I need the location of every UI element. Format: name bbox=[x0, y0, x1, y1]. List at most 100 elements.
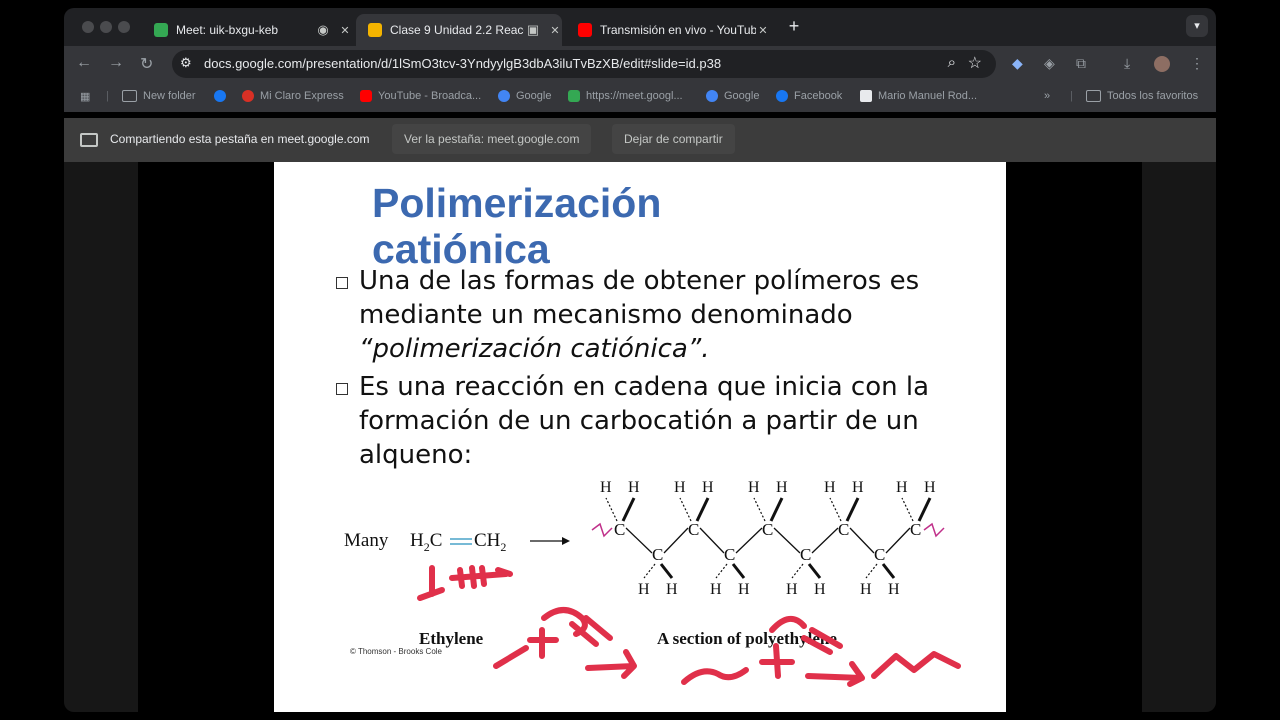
bookmark-new-folder[interactable]: New folder bbox=[122, 90, 196, 102]
bookmark-google-2[interactable]: Google bbox=[706, 90, 759, 102]
tab-strip: Meet: uik-bxgu-keb ◉ ✕ Clase 9 Unidad 2.… bbox=[64, 8, 1216, 46]
tab-search-chevron-icon[interactable]: ▾ bbox=[1186, 15, 1208, 37]
extension-shield-icon[interactable]: ◆ bbox=[1012, 55, 1023, 72]
handwritten-annotations bbox=[417, 565, 961, 687]
hydrogen-bond bbox=[605, 497, 618, 522]
all-favorites-button[interactable]: Todos los favoritos bbox=[1086, 90, 1198, 102]
carbon-atom: C bbox=[838, 520, 849, 539]
tab-title: Transmisión en vivo - YouTube bbox=[600, 23, 756, 37]
hydrogen-bond bbox=[621, 497, 636, 522]
bookmark-label: Google bbox=[516, 90, 552, 102]
carbon-atom: C bbox=[800, 545, 811, 564]
url-text[interactable]: docs.google.com/presentation/d/1lSmO3tcv… bbox=[204, 56, 721, 71]
profile-avatar[interactable] bbox=[1154, 56, 1170, 72]
bookmark-facebook[interactable]: Facebook bbox=[776, 90, 842, 102]
close-tab-icon[interactable]: ✕ bbox=[756, 24, 770, 37]
new-tab-button[interactable]: + bbox=[784, 16, 804, 37]
hydrogen-bond bbox=[865, 563, 878, 579]
annotation-mark bbox=[493, 627, 559, 669]
more-menu-icon[interactable]: ⋮ bbox=[1190, 55, 1204, 72]
hydrogen-bond bbox=[769, 497, 784, 522]
bookmark-x-profile[interactable]: Mario Manuel Rod... bbox=[860, 90, 977, 102]
hydrogen-atom: H bbox=[600, 479, 612, 496]
tab-slides[interactable]: Clase 9 Unidad 2.2 Reacc ▣ ✕ bbox=[356, 14, 562, 46]
many-label: Many bbox=[344, 530, 389, 551]
annotation-mark bbox=[681, 667, 749, 685]
hydrogen-bond bbox=[807, 563, 822, 579]
carbon-atom: C bbox=[910, 520, 921, 539]
bookmark-meet[interactable]: https://meet.googl... bbox=[568, 90, 683, 102]
tab-title: Clase 9 Unidad 2.2 Reacc bbox=[390, 23, 524, 37]
meet-icon bbox=[568, 90, 580, 102]
forward-arrow-icon[interactable]: → bbox=[108, 54, 124, 72]
bullet-2: Es una reacción en cadena que inicia con… bbox=[336, 370, 936, 472]
bookmarks-overflow-button[interactable]: » bbox=[1044, 90, 1050, 102]
bookmarks-bar: ▦ | New folder Mi Claro Express YouTube … bbox=[64, 82, 1216, 112]
hydrogen-atom: H bbox=[748, 479, 760, 496]
carbon-atom: C bbox=[688, 520, 699, 539]
hydrogen-atom: H bbox=[888, 581, 900, 598]
extension-icon[interactable]: ◈ bbox=[1044, 55, 1055, 72]
tab-sharing-infobar: Compartiendo esta pestaña en meet.google… bbox=[64, 118, 1216, 162]
close-tab-icon[interactable]: ✕ bbox=[548, 24, 562, 37]
hydrogen-bond bbox=[679, 497, 692, 522]
annotation-mark bbox=[585, 649, 637, 679]
extensions-puzzle-icon[interactable]: ⧉ bbox=[1076, 55, 1086, 72]
polyethylene-figure: Many H2C CH2 CHHCHHCHHCHHCHHCHHCHHCHHCHH… bbox=[274, 470, 1006, 712]
facebook-icon bbox=[776, 90, 788, 102]
back-arrow-icon[interactable]: ← bbox=[76, 54, 92, 72]
hydrogen-bond bbox=[731, 563, 746, 579]
all-favorites-label: Todos los favoritos bbox=[1107, 90, 1199, 102]
right-margin bbox=[1142, 162, 1216, 712]
bullet-2-text: Es una reacción en cadena que inicia con… bbox=[359, 372, 930, 470]
hydrogen-bond bbox=[753, 497, 766, 522]
hydrogen-bond bbox=[845, 497, 860, 522]
sharing-message: Compartiendo esta pestaña en meet.google… bbox=[110, 132, 370, 146]
close-tab-icon[interactable]: ✕ bbox=[338, 24, 352, 37]
bullet-1-text: Una de las formas de obtener polímeros e… bbox=[359, 266, 920, 330]
address-bar[interactable]: ⚙ docs.google.com/presentation/d/1lSmO3t… bbox=[172, 50, 996, 78]
recording-icon: ◉ bbox=[317, 22, 329, 37]
download-icon[interactable]: ⤓ bbox=[1124, 55, 1130, 72]
hydrogen-bond bbox=[791, 563, 804, 579]
hydrogen-atom: H bbox=[702, 479, 714, 496]
minimize-window-button[interactable] bbox=[100, 21, 112, 33]
h2c-label: H2C bbox=[410, 530, 442, 554]
tab-meet[interactable]: Meet: uik-bxgu-keb ◉ ✕ bbox=[142, 14, 352, 46]
carbon-bond bbox=[849, 527, 875, 554]
view-shared-tab-button[interactable]: Ver la pestaña: meet.google.com bbox=[392, 124, 592, 154]
chain-end-squiggle bbox=[591, 522, 613, 538]
hydrogen-atom: H bbox=[852, 479, 864, 496]
copyright-credit: © Thomson - Brooks Cole bbox=[350, 647, 443, 656]
stop-sharing-button[interactable]: Dejar de compartir bbox=[612, 124, 735, 154]
hydrogen-atom: H bbox=[738, 581, 750, 598]
bullet-1-italic: “polimerización catiónica”. bbox=[359, 334, 710, 364]
carbon-atom: C bbox=[724, 545, 735, 564]
polyethylene-chain: CH HCH HCH HCH HCH HCH HCH HCH HCH H bbox=[591, 479, 945, 598]
hydrogen-atom: H bbox=[860, 581, 872, 598]
close-window-button[interactable] bbox=[82, 21, 94, 33]
annotation-mark bbox=[449, 565, 513, 589]
apps-grid-icon[interactable]: ▦ bbox=[80, 90, 90, 103]
present-screen-icon bbox=[80, 133, 98, 147]
bookmark-label: Mario Manuel Rod... bbox=[878, 90, 978, 102]
browser-window: Meet: uik-bxgu-keb ◉ ✕ Clase 9 Unidad 2.… bbox=[64, 8, 1216, 712]
carbon-bond bbox=[773, 527, 801, 554]
bookmark-youtube[interactable]: YouTube - Broadca... bbox=[360, 90, 481, 102]
zoom-icon[interactable]: ⌕ bbox=[948, 54, 956, 71]
presentation-slide[interactable]: Polimerización catiónica Una de las form… bbox=[274, 162, 1006, 712]
tab-youtube[interactable]: Transmisión en vivo - YouTube ✕ bbox=[566, 14, 776, 46]
hydrogen-bond bbox=[917, 497, 932, 522]
reload-icon[interactable]: ↻ bbox=[140, 54, 153, 74]
hydrogen-bond bbox=[881, 563, 896, 579]
google-icon bbox=[706, 90, 718, 102]
annotation-mark bbox=[569, 615, 613, 647]
bookmark-mi-claro[interactable] bbox=[214, 90, 232, 102]
bookmarks-divider: | bbox=[1070, 90, 1073, 102]
site-info-icon[interactable]: ⚙ bbox=[180, 55, 192, 71]
carbon-atom: C bbox=[652, 545, 663, 564]
bookmark-star-icon[interactable]: ☆ bbox=[968, 53, 982, 73]
bookmark-google[interactable]: Google bbox=[498, 90, 551, 102]
maximize-window-button[interactable] bbox=[118, 21, 130, 33]
bookmark-mi-claro-express[interactable]: Mi Claro Express bbox=[242, 90, 344, 102]
